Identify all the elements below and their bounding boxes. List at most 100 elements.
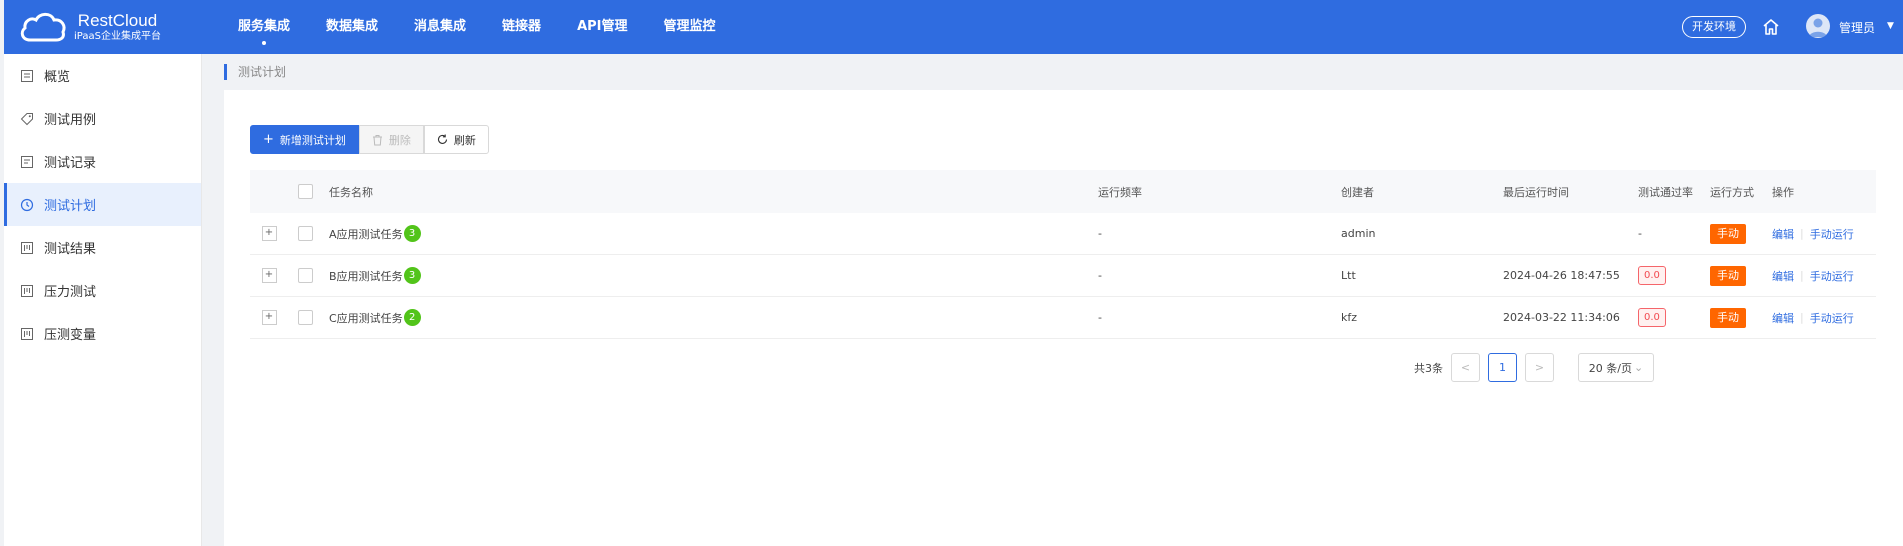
plus-icon: +	[263, 132, 274, 147]
column-header-run-mode: 运行方式	[1710, 185, 1754, 199]
case-count-badge: 2	[403, 309, 421, 326]
nav-monitoring[interactable]: 管理监控	[664, 0, 716, 54]
overview-icon	[21, 69, 33, 82]
nav-message-integration[interactable]: 消息集成	[414, 0, 466, 54]
manual-run-link[interactable]: 手动运行	[1810, 226, 1854, 242]
edit-link[interactable]: 编辑	[1772, 226, 1794, 242]
refresh-label: 刷新	[453, 133, 476, 147]
expand-icon[interactable]: +	[261, 268, 277, 283]
page-size-label: 20 条/页	[1588, 361, 1632, 375]
column-header-actions: 操作	[1772, 185, 1794, 199]
sidebar-item-test-cases[interactable]: 测试用例	[4, 97, 201, 140]
refresh-button[interactable]: 刷新	[423, 125, 489, 154]
delete-button[interactable]: 删除	[358, 125, 424, 154]
refresh-icon	[437, 134, 447, 144]
sidebar: 概览 测试用例 测试记录 测试计划 测试结果 压力测试 压测变量	[4, 54, 202, 546]
delete-label: 删除	[388, 133, 411, 147]
column-header-creator: 创建者	[1341, 185, 1374, 199]
column-header-frequency: 运行频率	[1098, 185, 1142, 199]
next-page-button[interactable]: >	[1525, 353, 1554, 382]
run-frequency: -	[1098, 269, 1102, 282]
nav-data-integration[interactable]: 数据集成	[326, 0, 378, 54]
sidebar-item-test-records[interactable]: 测试记录	[4, 140, 201, 183]
row-checkbox[interactable]	[298, 310, 313, 325]
row-checkbox[interactable]	[298, 268, 313, 283]
pressure-icon	[21, 284, 33, 297]
home-icon[interactable]	[1761, 17, 1781, 37]
chevron-down-icon[interactable]: ▼	[1887, 21, 1894, 31]
edit-link[interactable]: 编辑	[1772, 268, 1794, 284]
expand-icon[interactable]: +	[261, 310, 277, 325]
avatar[interactable]	[1806, 14, 1830, 38]
sidebar-item-label: 测试记录	[44, 156, 97, 171]
pass-rate: -	[1638, 227, 1642, 240]
table-row: + B应用测试任务 3 - Ltt 2024-04-26 18:47:55 0.0…	[250, 255, 1876, 297]
add-test-plan-button[interactable]: + 新增测试计划	[250, 125, 359, 154]
column-header-pass-rate: 测试通过率	[1638, 185, 1693, 199]
sidebar-item-pressure-test[interactable]: 压力测试	[4, 269, 201, 312]
main-nav: 服务集成 数据集成 消息集成 链接器 API管理 管理监控	[238, 0, 752, 54]
run-mode-badge: 手动	[1710, 265, 1746, 286]
sidebar-item-label: 压力测试	[44, 285, 97, 300]
main-panel: + 新增测试计划 删除 刷新 任务名称 运行频率 创建者 最后运行时间 测试通过…	[224, 90, 1903, 546]
sidebar-item-pressure-variables[interactable]: 压测变量	[4, 312, 201, 355]
trash-icon	[372, 134, 382, 145]
creator: admin	[1341, 227, 1376, 240]
expand-icon[interactable]: +	[261, 226, 277, 241]
select-all-checkbox[interactable]	[298, 184, 313, 199]
sidebar-item-label: 测试用例	[44, 113, 97, 128]
sidebar-item-label: 概览	[44, 70, 71, 85]
table-row: + C应用测试任务 2 - kfz 2024-03-22 11:34:06 0.0…	[250, 297, 1876, 339]
pass-rate-badge: 0.0	[1638, 266, 1666, 285]
page-size-select[interactable]: 20 条/页 ⌄	[1578, 353, 1654, 382]
task-name: A应用测试任务	[329, 227, 403, 241]
record-icon	[21, 155, 33, 168]
nav-service-integration[interactable]: 服务集成	[238, 0, 290, 54]
user-name[interactable]: 管理员	[1839, 19, 1875, 36]
case-count-badge: 3	[403, 267, 421, 284]
sidebar-item-label: 测试计划	[44, 199, 97, 214]
last-run-time: 2024-04-26 18:47:55	[1503, 269, 1620, 282]
page-number-button[interactable]: 1	[1488, 353, 1517, 382]
logo-subtitle: iPaaS企业集成平台	[74, 30, 161, 42]
cloud-logo-icon	[20, 12, 66, 42]
chevron-down-icon: ⌄	[1633, 361, 1644, 374]
logo[interactable]: RestCloud iPaaS企业集成平台	[18, 8, 178, 46]
row-checkbox[interactable]	[298, 226, 313, 241]
toolbar: + 新增测试计划 删除 刷新	[250, 125, 489, 154]
breadcrumb: 测试计划	[224, 64, 286, 80]
case-count-badge: 3	[403, 225, 421, 242]
environment-badge[interactable]: 开发环境	[1682, 16, 1746, 38]
edit-link[interactable]: 编辑	[1772, 310, 1794, 326]
run-mode-badge: 手动	[1710, 307, 1746, 328]
nav-api-management[interactable]: API管理	[577, 0, 627, 54]
table-row: + A应用测试任务 3 - admin - 手动 编辑 | 手动运行	[250, 213, 1876, 255]
top-header: RestCloud iPaaS企业集成平台 服务集成 数据集成 消息集成 链接器…	[4, 0, 1903, 54]
manual-run-link[interactable]: 手动运行	[1810, 310, 1854, 326]
sidebar-item-label: 测试结果	[44, 242, 97, 257]
tag-icon	[20, 112, 33, 125]
logo-title: RestCloud	[77, 11, 158, 31]
creator: kfz	[1341, 311, 1358, 324]
last-run-time: 2024-03-22 11:34:06	[1503, 311, 1620, 324]
pagination: 共3条 < 1 > 20 条/页 ⌄	[1414, 353, 1654, 382]
nav-connector[interactable]: 链接器	[502, 0, 541, 54]
creator: Ltt	[1341, 269, 1356, 282]
column-header-last-run: 最后运行时间	[1503, 185, 1569, 199]
table-header: 任务名称 运行频率 创建者 最后运行时间 测试通过率 运行方式 操作	[250, 170, 1876, 213]
result-icon	[21, 241, 33, 254]
variable-icon	[21, 327, 33, 340]
manual-run-link[interactable]: 手动运行	[1810, 268, 1854, 284]
prev-page-button[interactable]: <	[1451, 353, 1480, 382]
run-frequency: -	[1098, 227, 1102, 240]
add-test-plan-label: 新增测试计划	[279, 133, 346, 147]
column-header-name: 任务名称	[329, 185, 373, 199]
pass-rate-badge: 0.0	[1638, 308, 1666, 327]
sidebar-item-test-plans[interactable]: 测试计划	[4, 183, 201, 226]
run-mode-badge: 手动	[1710, 223, 1746, 244]
sidebar-item-overview[interactable]: 概览	[4, 54, 201, 97]
sidebar-item-label: 压测变量	[44, 328, 97, 343]
run-frequency: -	[1098, 311, 1102, 324]
sidebar-item-test-results[interactable]: 测试结果	[4, 226, 201, 269]
user-icon	[1809, 18, 1827, 37]
